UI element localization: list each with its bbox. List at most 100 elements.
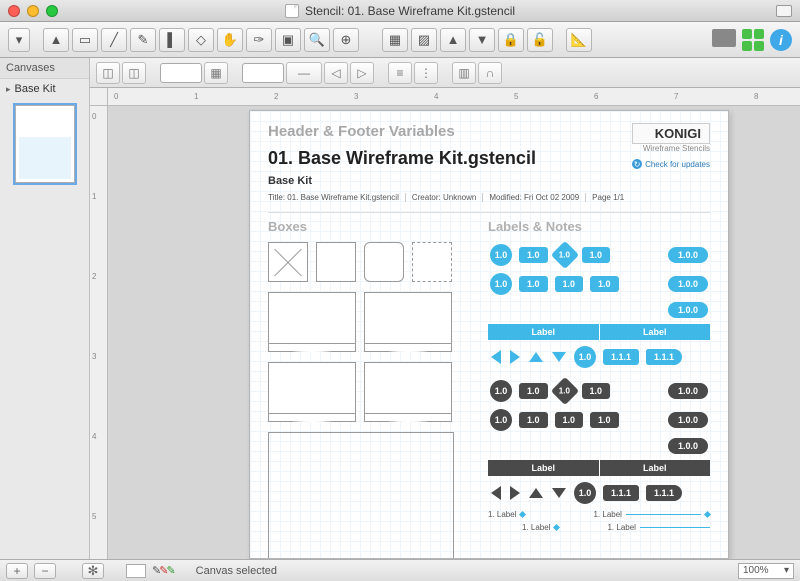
layer-color-well[interactable] (126, 564, 146, 578)
triangle-up-blue[interactable] (529, 352, 543, 362)
remove-canvas-button[interactable] (34, 563, 56, 579)
front-button[interactable]: ▲ (440, 28, 466, 52)
box-stencil-wavy3[interactable] (268, 362, 356, 422)
canvas-name-label: Base Kit (268, 175, 710, 187)
label-circle-blue2[interactable]: 1.0 (490, 273, 512, 295)
label-round-blue2[interactable]: 1.0.0 (668, 276, 708, 292)
sidebar-item-base-kit[interactable]: ▸ Base Kit (0, 79, 89, 99)
eyedropper-tool[interactable]: ✑ (246, 28, 272, 52)
label-round-blue3[interactable]: 1.0.0 (668, 302, 708, 318)
label-pill-dark2[interactable]: 1.0 (582, 383, 611, 399)
stroke-color-well[interactable] (242, 63, 284, 83)
label-pill-blue5[interactable]: 1.0 (590, 276, 619, 292)
style-paste-button[interactable]: ◫ (122, 62, 146, 84)
box-stencil-wavy2[interactable] (364, 292, 452, 352)
label-pill-dark5[interactable]: 1.0 (590, 412, 619, 428)
stencil-page[interactable]: KONIGI Wireframe Stencils ↻Check for upd… (249, 110, 729, 559)
label-circ-blue3[interactable]: 1.0 (574, 346, 596, 368)
label-circ-dark3[interactable]: 1.0 (574, 482, 596, 504)
pen-tool[interactable]: ✎ (130, 28, 156, 52)
label-111-tag-blue[interactable]: 1.1.1 (646, 349, 682, 365)
label-111-dark[interactable]: 1.1.1 (603, 485, 639, 501)
label-pill-blue2[interactable]: 1.0 (582, 247, 611, 263)
edit-pencils-icon[interactable]: ✎✎✎ (152, 564, 174, 577)
text-tool[interactable]: ▌ (159, 28, 185, 52)
label-circle-dark2[interactable]: 1.0 (490, 409, 512, 431)
zoom-control[interactable]: 100%▾ (738, 563, 794, 579)
triangle-left-dark[interactable] (491, 486, 501, 500)
add-canvas-button[interactable] (6, 563, 28, 579)
pointer-tool[interactable]: ▲ (43, 28, 69, 52)
canvas-viewport[interactable]: KONIGI Wireframe Stencils ↻Check for upd… (108, 106, 800, 559)
endpoint-left-button[interactable]: ◁ (324, 62, 348, 84)
inspector-icon[interactable]: i (770, 29, 792, 51)
browse-tool[interactable]: ⊕ (333, 28, 359, 52)
box-stencil-crossed[interactable] (268, 242, 308, 282)
label-circle-dark[interactable]: 1.0 (490, 380, 512, 402)
label-pill-dark3[interactable]: 1.0 (519, 412, 548, 428)
meta-page: Page 1/1 (592, 193, 630, 202)
line-tool[interactable]: ╱ (101, 28, 127, 52)
polygon-tool[interactable]: ◇ (188, 28, 214, 52)
ruler-origin[interactable] (90, 88, 108, 106)
unlock-button[interactable]: 🔓 (527, 28, 553, 52)
box-stencil-wavy1[interactable] (268, 292, 356, 352)
stroke-style-button[interactable]: — (286, 62, 322, 84)
label-pill-blue3[interactable]: 1.0 (519, 276, 548, 292)
style-copy-button[interactable]: ◫ (96, 62, 120, 84)
horizontal-ruler[interactable]: 0 1 2 3 4 5 6 7 8 (108, 88, 800, 106)
label-bar-dark[interactable]: LabelLabel (488, 460, 710, 476)
label-111-tag-dark[interactable]: 1.1.1 (646, 485, 682, 501)
label-111-blue[interactable]: 1.1.1 (603, 349, 639, 365)
label-circle-blue[interactable]: 1.0 (490, 244, 512, 266)
box-stencil-rounded[interactable] (364, 242, 404, 282)
box-stencil-large[interactable] (268, 432, 454, 559)
label-diamond-blue[interactable]: 1.0 (550, 241, 578, 269)
triangle-down-dark[interactable] (552, 488, 566, 498)
label-pill-dark4[interactable]: 1.0 (555, 412, 584, 428)
canvas-thumbnail[interactable] (15, 105, 75, 183)
distribute-button[interactable]: ⋮ (414, 62, 438, 84)
box-stencil-dashed[interactable] (412, 242, 452, 282)
print-icon[interactable] (712, 29, 736, 47)
label-pill-dark[interactable]: 1.0 (519, 383, 548, 399)
label-round-dark2[interactable]: 1.0.0 (668, 412, 708, 428)
label-round-dark1[interactable]: 1.0.0 (668, 383, 708, 399)
triangle-up-dark[interactable] (529, 488, 543, 498)
zoom-tool[interactable]: 🔍 (304, 28, 330, 52)
action-menu-button[interactable]: ✻ (82, 563, 104, 579)
collapse-button[interactable]: ▾ (8, 28, 30, 52)
line-label-1[interactable]: 1. Label1. Label (488, 510, 710, 519)
vertical-ruler[interactable]: 0 1 2 3 4 5 (90, 106, 108, 559)
label-diamond-dark[interactable]: 1.0 (550, 377, 578, 405)
triangle-left-blue[interactable] (491, 350, 501, 364)
box-stencil-wavy4[interactable] (364, 362, 452, 422)
label-bar-blue[interactable]: LabelLabel (488, 324, 710, 340)
triangle-right-dark[interactable] (510, 486, 520, 500)
magnet-button[interactable]: ∩ (478, 62, 502, 84)
back-button[interactable]: ▼ (469, 28, 495, 52)
label-round-dark3[interactable]: 1.0.0 (668, 438, 708, 454)
group-button[interactable]: ▦ (382, 28, 408, 52)
measure-button[interactable]: 📐 (566, 28, 592, 52)
fill-color-well[interactable] (160, 63, 202, 83)
endpoint-right-button[interactable]: ▷ (350, 62, 374, 84)
stamp-tool[interactable]: ▣ (275, 28, 301, 52)
line-label-2[interactable]: 1. Label1. Label (488, 523, 710, 532)
ungroup-button[interactable]: ▨ (411, 28, 437, 52)
hand-tool[interactable]: ✋ (217, 28, 243, 52)
shadow-button[interactable]: ▦ (204, 62, 228, 84)
label-round-blue1[interactable]: 1.0.0 (668, 247, 708, 263)
label-pill-blue4[interactable]: 1.0 (555, 276, 584, 292)
canvases-sidebar: Canvases ▸ Base Kit (0, 58, 90, 559)
triangle-down-blue[interactable] (552, 352, 566, 362)
stencils-icon[interactable] (742, 29, 764, 51)
box-stencil-plain[interactable] (316, 242, 356, 282)
rect-tool[interactable]: ▭ (72, 28, 98, 52)
check-updates-link[interactable]: ↻Check for updates (632, 159, 710, 169)
label-pill-blue[interactable]: 1.0 (519, 247, 548, 263)
triangle-right-blue[interactable] (510, 350, 520, 364)
lock-button[interactable]: 🔒 (498, 28, 524, 52)
align-button[interactable]: ≡ (388, 62, 412, 84)
snap-button[interactable]: ▥ (452, 62, 476, 84)
